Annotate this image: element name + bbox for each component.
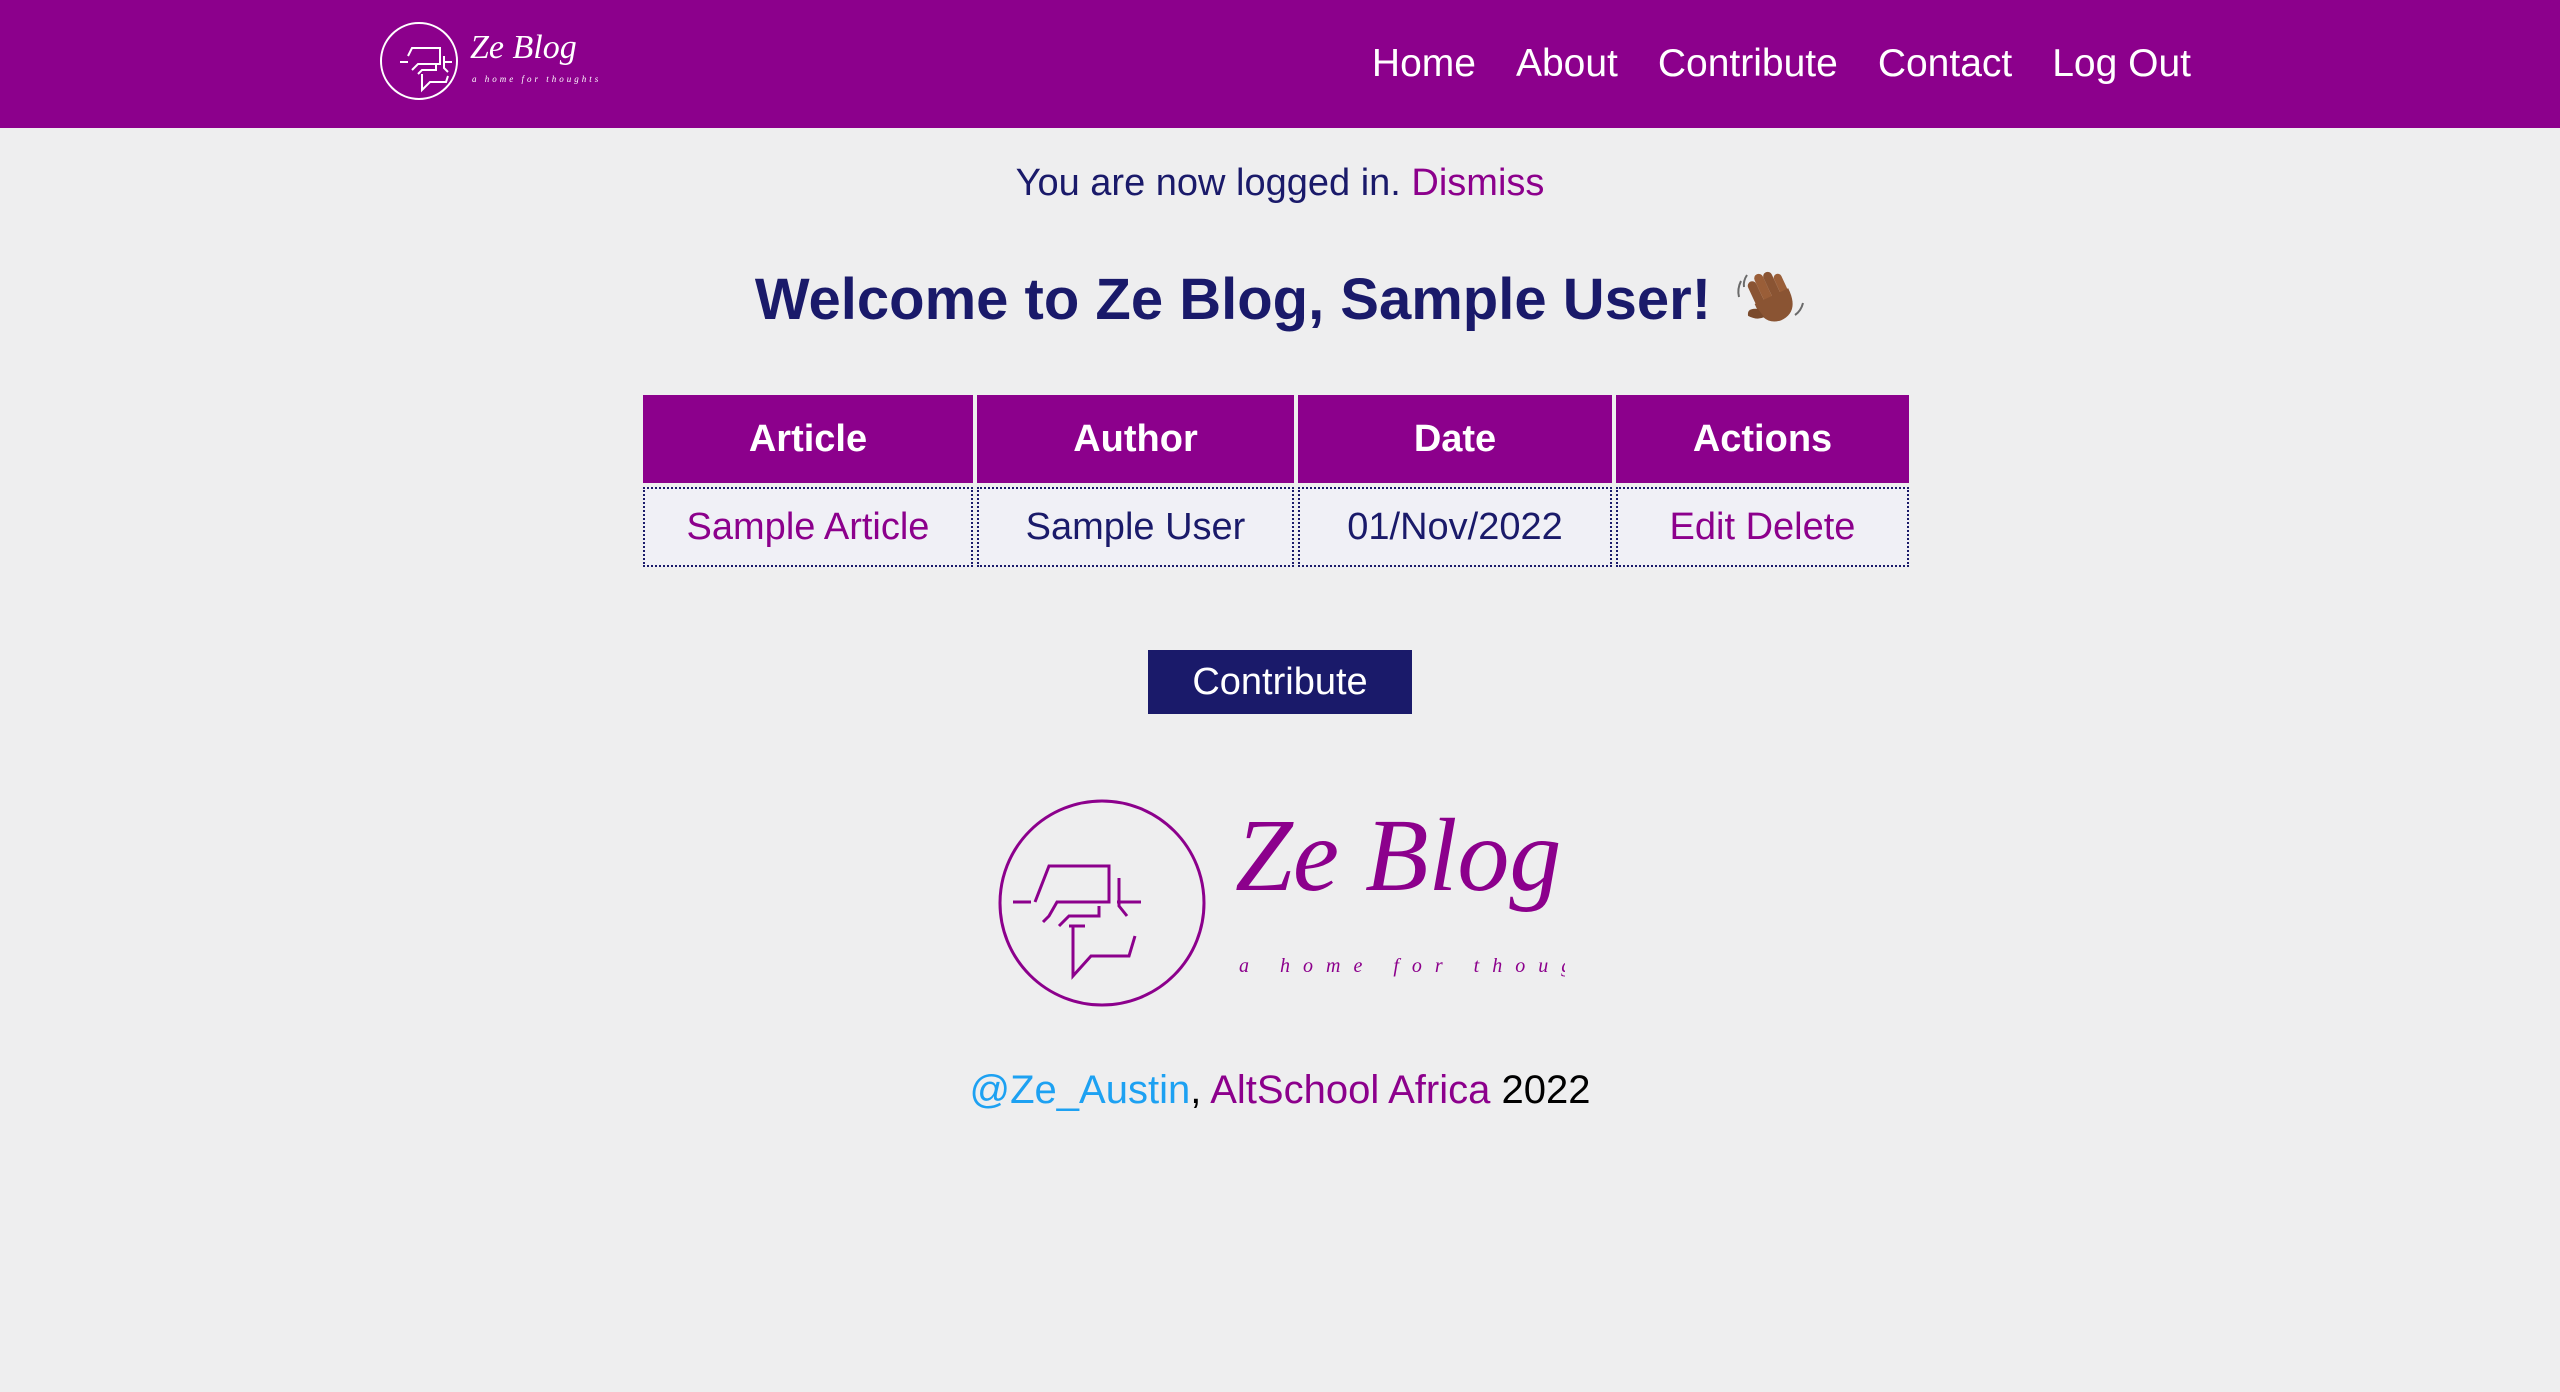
cell-article: Sample Article xyxy=(643,487,973,567)
credits-separator: , xyxy=(1190,1068,1202,1112)
credits-year: 2022 xyxy=(1501,1068,1591,1112)
waving-hand-icon xyxy=(1737,271,1805,322)
contribute-button[interactable]: Contribute xyxy=(1148,650,1412,714)
header-actions: Actions xyxy=(1616,395,1909,483)
ze-blog-logo[interactable]: Ze Blog a home for thoughts xyxy=(378,20,608,102)
navbar: Ze Blog a home for thoughts Home About C… xyxy=(0,0,2560,128)
footer-credits: @Ze_Austin, AltSchool Africa 2022 xyxy=(0,1068,2560,1113)
flash-message: You are now logged in. Dismiss xyxy=(0,162,2560,205)
nav-logo-tagline: a home for thoughts xyxy=(472,74,601,84)
article-link[interactable]: Sample Article xyxy=(687,506,930,548)
nav-logo-name: Ze Blog xyxy=(470,29,577,66)
welcome-text: Welcome to Ze Blog, Sample User! xyxy=(754,267,1712,332)
footer-logo-tagline: a home for thoughts xyxy=(1239,955,1565,977)
nav-home[interactable]: Home xyxy=(1372,42,1476,86)
table-row: Sample Article Sample User 01/Nov/2022 E… xyxy=(643,487,1909,567)
cell-actions: Edit Delete xyxy=(1616,487,1909,567)
page-title: Welcome to Ze Blog, Sample User! xyxy=(0,263,2560,333)
header-article: Article xyxy=(643,395,973,483)
cell-date: 01/Nov/2022 xyxy=(1298,487,1612,567)
header-author: Author xyxy=(977,395,1294,483)
nav-about[interactable]: About xyxy=(1516,42,1618,86)
articles-table: Article Author Date Actions Sample Artic… xyxy=(639,391,1913,571)
flash-text: You are now logged in. xyxy=(1015,162,1401,204)
ze-blog-footer-logo: Ze Blog a home for thoughts xyxy=(998,798,1565,1007)
altschool-link[interactable]: AltSchool Africa xyxy=(1210,1068,1490,1112)
edit-link[interactable]: Edit xyxy=(1670,506,1735,548)
dismiss-link[interactable]: Dismiss xyxy=(1411,162,1544,204)
nav-logout[interactable]: Log Out xyxy=(2052,42,2191,86)
delete-link[interactable]: Delete xyxy=(1746,506,1856,548)
table-header-row: Article Author Date Actions xyxy=(643,395,1909,483)
header-date: Date xyxy=(1298,395,1612,483)
cell-author: Sample User xyxy=(977,487,1294,567)
footer-logo-name: Ze Blog xyxy=(1235,798,1561,913)
nav-contact[interactable]: Contact xyxy=(1878,42,2012,86)
nav-contribute[interactable]: Contribute xyxy=(1658,42,1838,86)
main-nav: Home About Contribute Contact Log Out xyxy=(1372,0,2191,128)
twitter-link[interactable]: @Ze_Austin xyxy=(970,1068,1191,1112)
